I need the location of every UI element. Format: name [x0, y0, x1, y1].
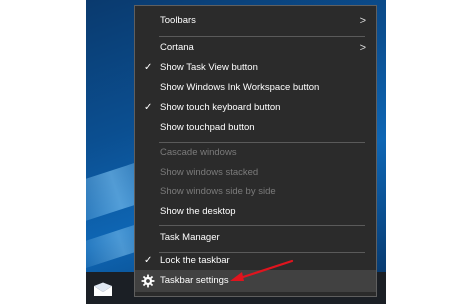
menu-item-show-the-desktop[interactable]: Show the desktop	[135, 201, 376, 223]
menu-item-label: Lock the taskbar	[160, 255, 230, 266]
menu-item-cascade-windows: Cascade windows	[135, 142, 376, 164]
menu-item-cortana[interactable]: Cortana >	[135, 37, 376, 59]
menu-item-show-task-view-button[interactable]: ✓ Show Task View button	[135, 57, 376, 79]
menu-separator	[159, 225, 365, 226]
gear-icon	[141, 274, 155, 288]
menu-item-label: Cortana	[160, 42, 194, 53]
menu-item-label: Show touchpad button	[160, 122, 255, 133]
menu-item-label: Show windows side by side	[160, 186, 276, 197]
checkmark-icon: ✓	[144, 62, 153, 73]
menu-item-label: Show the desktop	[160, 206, 236, 217]
menu-item-label: Show Windows Ink Workspace button	[160, 82, 320, 93]
menu-item-label: Toolbars	[160, 15, 196, 26]
menu-item-label: Show touch keyboard button	[160, 102, 281, 113]
menu-item-show-windows-side-by-side: Show windows side by side	[135, 181, 376, 203]
menu-item-show-touchpad-button[interactable]: Show touchpad button	[135, 117, 376, 139]
menu-item-show-touch-keyboard-button[interactable]: ✓ Show touch keyboard button	[135, 97, 376, 119]
submenu-arrow-icon: >	[359, 15, 366, 27]
menu-item-show-windows-ink-workspace-button[interactable]: Show Windows Ink Workspace button	[135, 77, 376, 99]
checkmark-icon: ✓	[144, 102, 153, 113]
menu-item-toolbars[interactable]: Toolbars >	[135, 10, 376, 32]
notifications-icon[interactable]	[92, 282, 114, 298]
menu-item-label: Cascade windows	[160, 147, 237, 158]
taskbar-context-menu: Toolbars > Cortana > ✓ Show Task View bu…	[134, 5, 377, 297]
menu-item-label: Task Manager	[160, 232, 220, 243]
menu-item-label: Taskbar settings	[160, 275, 229, 286]
submenu-arrow-icon: >	[359, 42, 366, 54]
checkmark-icon: ✓	[144, 255, 153, 266]
annotation-arrow-icon	[230, 259, 294, 281]
menu-item-task-manager[interactable]: Task Manager	[135, 227, 376, 249]
menu-item-label: Show Task View button	[160, 62, 258, 73]
